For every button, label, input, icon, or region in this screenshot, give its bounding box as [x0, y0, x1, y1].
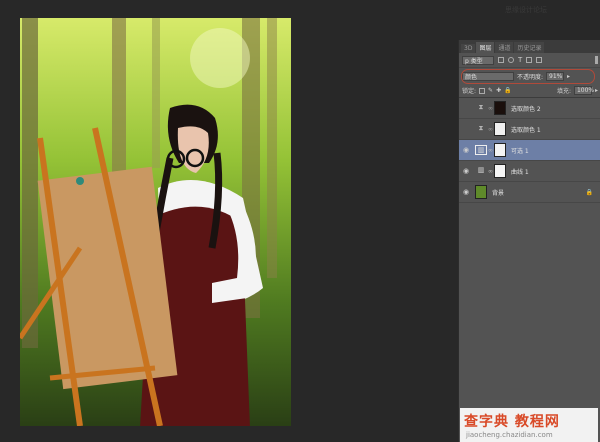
layer-mask-thumbnail[interactable]: [494, 164, 506, 178]
adjustment-icon: ▥: [475, 145, 487, 155]
lock-icon: 🔒: [585, 188, 593, 196]
tab-history[interactable]: 历史记录: [514, 42, 545, 53]
eye-icon[interactable]: ◉: [459, 188, 473, 196]
link-icon: ∞: [488, 167, 493, 175]
pixel-filter-icon[interactable]: [498, 57, 504, 63]
link-icon: ∞: [488, 146, 493, 154]
layers-panel: 3D 图层 通道 历史记录 p 类型 T 颜色 不透明度: 91% ▸ 锁定: …: [458, 40, 600, 442]
document-canvas[interactable]: [0, 0, 458, 442]
eye-icon[interactable]: ◉: [459, 167, 473, 175]
layer-row[interactable]: ⧗ ∞ 选取颜色 2: [459, 98, 600, 119]
kind-filter-select[interactable]: p 类型: [462, 55, 494, 65]
annotation-oval: [461, 69, 595, 84]
adjustment-filter-icon[interactable]: [508, 57, 514, 63]
layer-mask-thumbnail[interactable]: [494, 101, 506, 115]
lock-paint-icon[interactable]: ✎: [488, 87, 493, 94]
layer-name[interactable]: 选取颜色 1: [511, 125, 541, 134]
layer-name[interactable]: 可选 1: [511, 146, 529, 155]
panel-tabs: 3D 图层 通道 历史记录: [459, 40, 600, 53]
tab-layers[interactable]: 图层: [476, 42, 495, 53]
adjustment-icon: ⧗: [478, 103, 484, 111]
adjustment-icon: ▥: [477, 166, 485, 174]
fill-input[interactable]: 100%: [573, 86, 594, 95]
filter-row: p 类型 T: [459, 53, 600, 68]
blend-row: 颜色 不透明度: 91% ▸: [459, 68, 600, 84]
site-watermark: 查字典 教程网 jiaocheng.chazidian.com: [460, 408, 598, 442]
layer-row[interactable]: ◉ ▥ ∞ 曲线 1: [459, 161, 600, 182]
photo-image: [20, 18, 291, 426]
filter-toggle-icon[interactable]: [595, 56, 598, 64]
layer-row-selected[interactable]: ◉ ▥ ∞ 可选 1: [459, 140, 600, 161]
link-icon: ∞: [488, 125, 493, 133]
shape-filter-icon[interactable]: [526, 57, 533, 63]
photo-illustration: [20, 18, 291, 426]
layer-row[interactable]: ⧗ ∞ 选取颜色 1: [459, 119, 600, 140]
lock-all-icon[interactable]: 🔒: [504, 87, 511, 94]
watermark-url: jiaocheng.chazidian.com: [466, 431, 553, 439]
lock-row: 锁定: ✎ ✚ 🔒 填充: 100% ▸: [459, 84, 600, 98]
adjustment-icon: ⧗: [478, 124, 484, 132]
lock-label: 锁定:: [462, 88, 477, 95]
layer-mask-thumbnail[interactable]: [494, 122, 506, 136]
top-watermark-text: 思缘设计论坛: [505, 6, 547, 14]
fill-label: 填充:: [556, 88, 571, 95]
eye-icon[interactable]: ◉: [459, 146, 473, 154]
layer-name[interactable]: 选取颜色 2: [511, 104, 541, 113]
layer-row[interactable]: ◉ 背景 🔒: [459, 182, 600, 203]
link-icon: ∞: [488, 104, 493, 112]
layer-name[interactable]: 背景: [492, 188, 504, 197]
layer-mask-thumbnail[interactable]: [494, 143, 506, 157]
layer-list: ⧗ ∞ 选取颜色 2 ⧗ ∞ 选取颜色 1 ◉ ▥ ∞ 可选 1 ◉ ▥ ∞ 曲…: [459, 98, 600, 203]
lock-move-icon[interactable]: ✚: [496, 87, 501, 94]
type-filter-icon[interactable]: T: [518, 56, 522, 64]
tab-3d[interactable]: 3D: [461, 44, 476, 53]
layer-thumbnail[interactable]: [475, 185, 487, 199]
smart-object-filter-icon[interactable]: [536, 57, 543, 63]
layer-name[interactable]: 曲线 1: [511, 167, 529, 176]
watermark-title: 查字典 教程网: [464, 414, 560, 430]
tab-channels[interactable]: 通道: [495, 42, 514, 53]
lock-transparent-icon[interactable]: [479, 87, 486, 94]
fill-dropdown-icon[interactable]: ▸: [595, 87, 598, 94]
